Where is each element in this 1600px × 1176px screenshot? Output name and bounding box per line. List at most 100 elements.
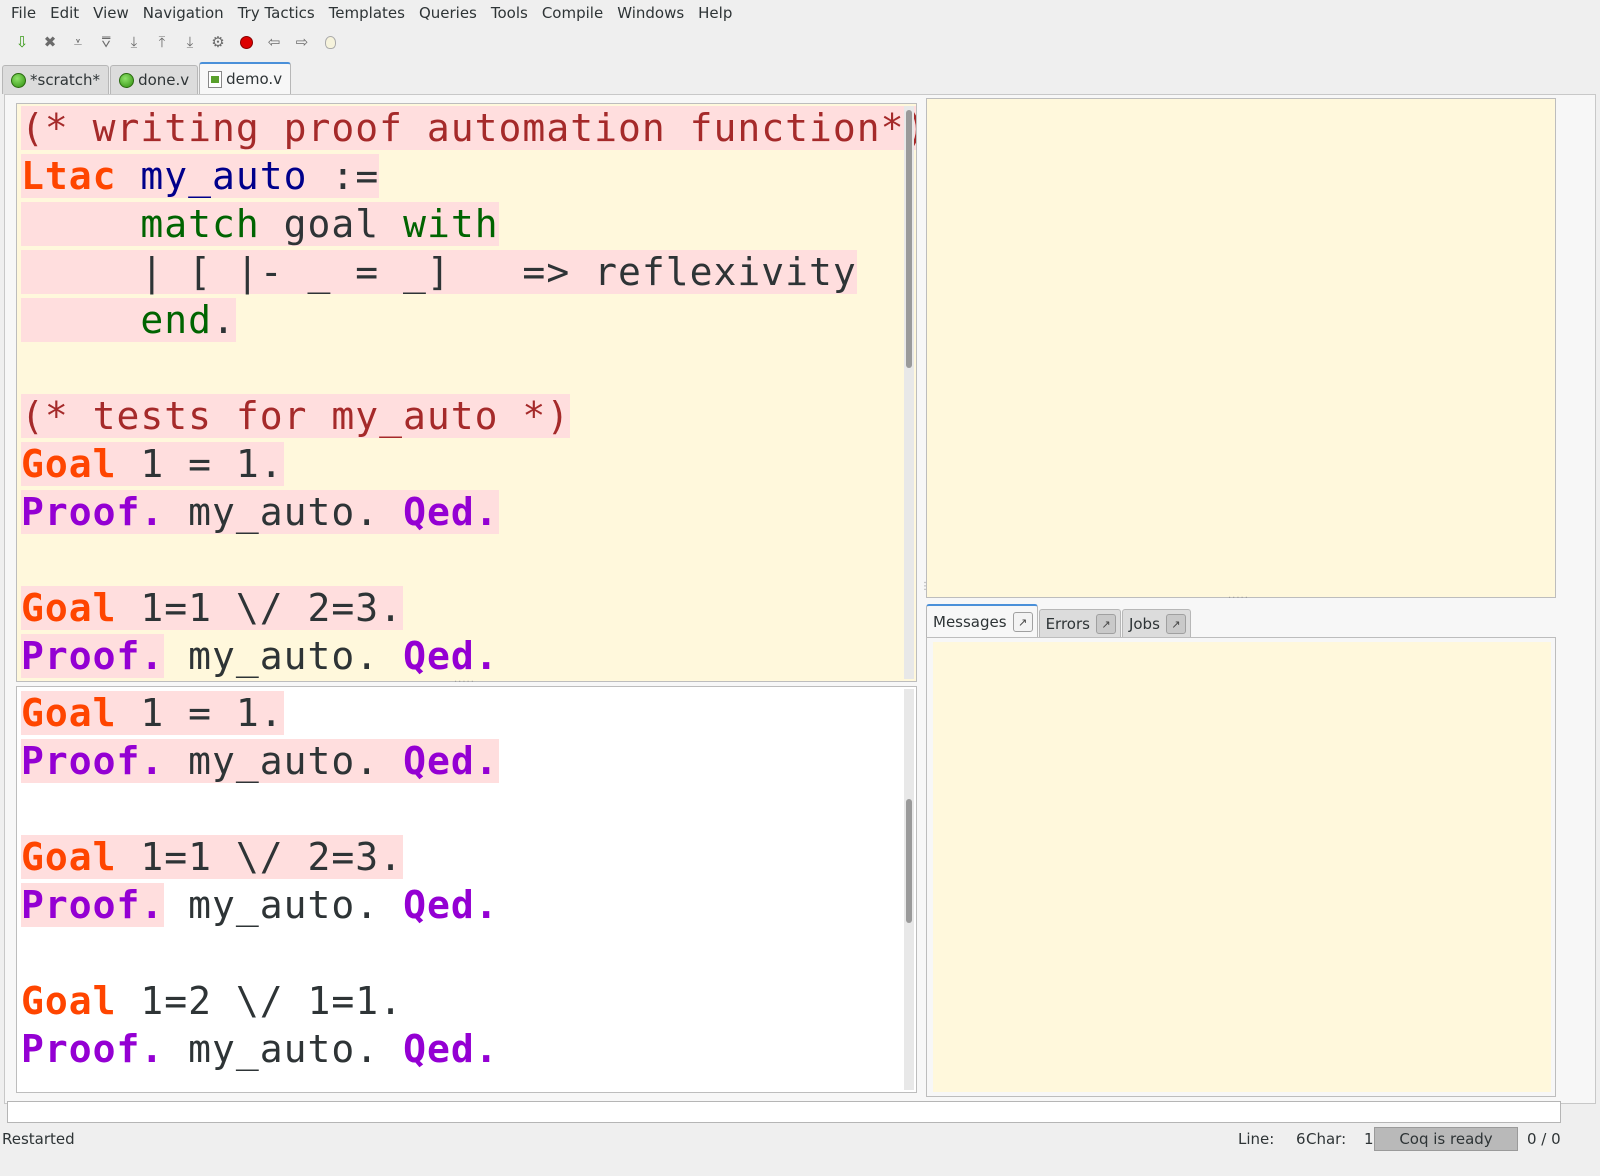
tab-done[interactable]: done.v xyxy=(110,65,199,94)
code-token: Proof. xyxy=(21,883,165,927)
bulb-shape xyxy=(324,35,336,49)
code-token: Qed. xyxy=(403,1027,499,1071)
code-line: Proof. my_auto. Qed. xyxy=(21,1025,499,1073)
code-line: match goal with xyxy=(21,200,916,248)
go-to-cursor-icon[interactable]: ⤓ xyxy=(120,29,148,55)
script-editor-bottom[interactable]: Goal 1 = 1. Proof. my_auto. Qed. Goal 1=1 … xyxy=(16,686,917,1093)
tab-label: Messages xyxy=(933,613,1007,631)
interrupt-icon[interactable] xyxy=(232,29,260,55)
menu-help[interactable]: Help xyxy=(691,1,739,25)
tab-scratch[interactable]: *scratch* xyxy=(2,65,110,94)
tab-errors[interactable]: Errors ↗ xyxy=(1038,609,1121,638)
line-value: 6 xyxy=(1296,1130,1306,1148)
code-token: 1=2 \/ 1=1. xyxy=(116,979,404,1023)
menu-bar: File Edit View Navigation Try Tactics Templat… xyxy=(0,0,1600,26)
char-value: 1 xyxy=(1364,1130,1374,1148)
script-tabs: *scratch* done.v demo.v xyxy=(2,62,292,94)
menu-file[interactable]: File xyxy=(4,1,43,25)
code-token: Qed. xyxy=(403,490,499,534)
code-line: (* writing proof automation function*) xyxy=(21,104,916,152)
code-token xyxy=(21,202,141,246)
scrollbar-thumb[interactable] xyxy=(906,110,912,368)
menu-navigation[interactable]: Navigation xyxy=(136,1,231,25)
next-occurrence-icon[interactable]: ⇨ xyxy=(288,29,316,55)
script-editor-top[interactable]: (* writing proof automation function*) Lt… xyxy=(16,103,917,682)
messages-body xyxy=(933,642,1551,1092)
code-token: Goal xyxy=(21,835,117,879)
code-line: Goal 1 = 1. xyxy=(21,440,916,488)
detach-icon[interactable]: ↗ xyxy=(1095,614,1116,634)
proof-goals-pane xyxy=(926,98,1556,598)
code-line: Goal 1=1 \/ 2=3. xyxy=(21,584,916,632)
go-to-end-icon[interactable]: ⤓ xyxy=(176,29,204,55)
code-line: Goal 1 = 1. xyxy=(21,689,499,737)
coq-status-badge: Coq is ready xyxy=(1374,1127,1518,1151)
tab-label: demo.v xyxy=(226,70,283,88)
tab-demo[interactable]: demo.v xyxy=(199,62,292,94)
status-bar: Restarted Line: 6 Char: 1 Coq is ready 0… xyxy=(0,1126,1600,1152)
status-ok-icon xyxy=(11,72,26,88)
forward-one-icon[interactable]: ⩡ xyxy=(64,29,92,55)
code-token: Qed. xyxy=(403,739,499,783)
code-line: Ltac my_auto := xyxy=(21,152,916,200)
tab-jobs[interactable]: Jobs ↗ xyxy=(1121,609,1191,638)
message-tabs: Messages ↗ Errors ↗ Jobs ↗ xyxy=(926,602,1192,638)
code-token: Goal xyxy=(21,442,117,486)
fully-check-icon[interactable]: ⚙ xyxy=(204,29,232,55)
script-text[interactable]: (* writing proof automation function*) Lt… xyxy=(21,104,916,680)
scrollbar-thumb[interactable] xyxy=(906,799,912,923)
code-token: Goal xyxy=(21,979,117,1023)
code-token: (* tests for my_auto *) xyxy=(21,394,571,438)
code-line: Proof. my_auto. Qed. xyxy=(21,632,916,680)
backward-one-icon[interactable]: ⩢ xyxy=(92,29,120,55)
scrollbar[interactable] xyxy=(904,106,914,679)
line-label: Line: xyxy=(1238,1130,1275,1148)
file-saved-icon xyxy=(208,70,223,88)
close-icon[interactable]: ✖ xyxy=(36,29,64,55)
code-token: 1=1 \/ 2=3. xyxy=(116,835,404,879)
code-line: Proof. my_auto. Qed. xyxy=(21,881,499,929)
previous-occurrence-icon[interactable]: ⇦ xyxy=(260,29,288,55)
menu-compile[interactable]: Compile xyxy=(535,1,610,25)
code-token: end xyxy=(140,298,213,342)
detach-icon[interactable]: ↗ xyxy=(1165,614,1186,634)
menu-tools[interactable]: Tools xyxy=(484,1,535,25)
script-text[interactable]: Goal 1 = 1. Proof. my_auto. Qed. Goal 1=1 … xyxy=(21,689,499,1073)
code-token: (* writing proof automation function*) xyxy=(21,106,916,150)
code-token xyxy=(116,154,141,198)
code-token: my_auto. xyxy=(164,490,404,534)
tab-label: Errors xyxy=(1045,615,1090,633)
code-token: Goal xyxy=(21,691,117,735)
menu-try-tactics[interactable]: Try Tactics xyxy=(231,1,322,25)
menu-queries[interactable]: Queries xyxy=(412,1,484,25)
command-entry[interactable] xyxy=(7,1101,1561,1123)
save-icon[interactable]: ⇩ xyxy=(8,29,36,55)
tab-messages[interactable]: Messages ↗ xyxy=(926,604,1038,638)
pane-resize-handle[interactable]: ····· xyxy=(1228,594,1249,604)
menu-view[interactable]: View xyxy=(86,1,136,25)
code-line: | [ |- _ = _] => reflexivity xyxy=(21,248,916,296)
menu-templates[interactable]: Templates xyxy=(322,1,412,25)
code-token: Proof. xyxy=(21,1027,165,1071)
code-token: 1 = 1. xyxy=(116,691,284,735)
menu-windows[interactable]: Windows xyxy=(610,1,691,25)
code-token: | [ |- _ = _] => reflexivity xyxy=(21,250,857,294)
code-token: my_auto. xyxy=(164,739,404,783)
code-token: my_auto xyxy=(140,154,308,198)
restart-icon[interactable]: ⤒ xyxy=(148,29,176,55)
code-line: Goal 1=1 \/ 2=3. xyxy=(21,833,499,881)
menu-edit[interactable]: Edit xyxy=(43,1,86,25)
code-line: Proof. my_auto. Qed. xyxy=(21,737,499,785)
scrollbar[interactable] xyxy=(904,689,914,1090)
pane-resize-handle-vertical[interactable]: ⋮ xyxy=(920,582,930,598)
hint-icon[interactable] xyxy=(316,29,344,55)
record-dot xyxy=(239,35,253,49)
code-line: end. xyxy=(21,296,916,344)
code-line: (* tests for my_auto *) xyxy=(21,392,916,440)
detach-icon[interactable]: ↗ xyxy=(1012,612,1033,632)
code-token: Proof. xyxy=(21,634,165,678)
